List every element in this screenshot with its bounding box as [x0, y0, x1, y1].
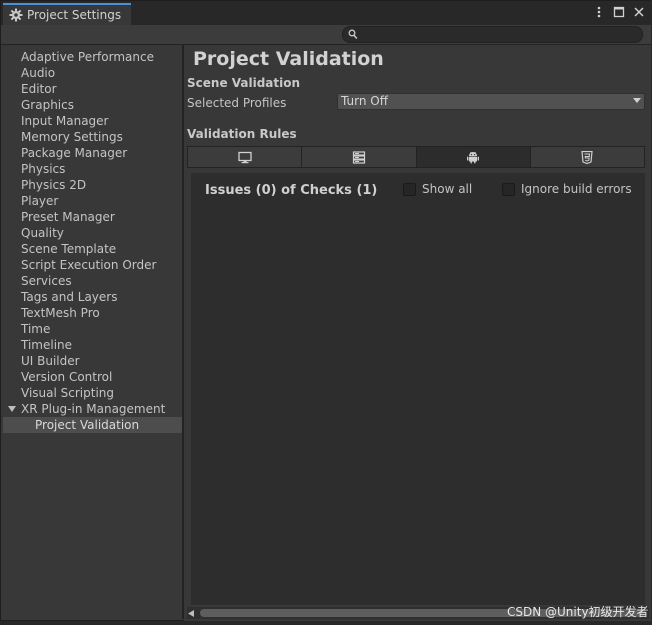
sidebar-item-label: Package Manager: [21, 146, 128, 160]
sidebar-item-memory-settings[interactable]: Memory Settings: [3, 129, 182, 145]
sidebar-item-label: Quality: [21, 226, 64, 240]
selected-profiles-value: Turn Off: [341, 94, 388, 108]
platform-tabs: [187, 146, 645, 168]
sidebar-item-xr-plugin-management[interactable]: XR Plug-in Management: [3, 401, 182, 417]
issues-summary: Issues (0) of Checks (1): [205, 183, 378, 198]
sidebar-item-label: Graphics: [21, 98, 74, 112]
sidebar-item-label: Player: [21, 194, 59, 208]
scroll-left-icon[interactable]: [188, 610, 194, 617]
sidebar-item-physics[interactable]: Physics: [3, 161, 182, 177]
show-all-toggle[interactable]: Show all: [403, 182, 472, 196]
page-title: Project Validation: [193, 48, 384, 70]
sidebar-item-package-manager[interactable]: Package Manager: [3, 145, 182, 161]
sidebar-item-textmesh-pro[interactable]: TextMesh Pro: [3, 305, 182, 321]
sidebar-item-label: Services: [21, 274, 72, 288]
sidebar-item-timeline[interactable]: Timeline: [3, 337, 182, 353]
sidebar-item-audio[interactable]: Audio: [3, 65, 182, 81]
show-all-label: Show all: [422, 182, 473, 196]
issues-panel: Issues (0) of Checks (1) Show all Ignore…: [191, 173, 645, 605]
sidebar-item-label: Version Control: [21, 370, 113, 384]
sidebar-item-label: UI Builder: [21, 354, 80, 368]
sidebar-item-label: Script Execution Order: [21, 258, 157, 272]
sidebar-item-label: XR Plug-in Management: [21, 402, 166, 416]
sidebar-item-label: Tags and Layers: [21, 290, 118, 304]
selected-profiles-dropdown[interactable]: Turn Off: [337, 93, 645, 110]
tab-dedicated-server[interactable]: [302, 147, 417, 167]
sidebar-item-label: Adaptive Performance: [21, 50, 154, 64]
maximize-icon[interactable]: [613, 5, 625, 19]
ignore-build-errors-label: Ignore build errors: [521, 182, 632, 196]
sidebar-item-label: Scene Template: [21, 242, 117, 256]
search-input[interactable]: [342, 26, 643, 43]
sidebar-item-label: Audio: [21, 66, 56, 80]
sidebar-item-time[interactable]: Time: [3, 321, 182, 337]
chevron-down-icon: [633, 98, 641, 104]
ignore-build-errors-checkbox[interactable]: [502, 182, 515, 196]
sidebar-item-visual-scripting[interactable]: Visual Scripting: [3, 385, 182, 401]
validation-rules-label: Validation Rules: [187, 127, 297, 141]
sidebar-item-label: Physics 2D: [21, 178, 87, 192]
sidebar-item-ui-builder[interactable]: UI Builder: [3, 353, 182, 369]
sidebar-item-label: Visual Scripting: [21, 386, 114, 400]
sidebar-item-label: Time: [21, 322, 51, 336]
settings-content: Project Validation Scene Validation Sele…: [184, 45, 651, 621]
sidebar-item-label: Preset Manager: [21, 210, 115, 224]
sidebar-item-preset-manager[interactable]: Preset Manager: [3, 209, 182, 225]
sidebar-item-tags-and-layers[interactable]: Tags and Layers: [3, 289, 182, 305]
sidebar-item-physics-2d[interactable]: Physics 2D: [3, 177, 182, 193]
sidebar-item-version-control[interactable]: Version Control: [3, 369, 182, 385]
more-options-icon[interactable]: [593, 5, 605, 19]
project-settings-tab[interactable]: Project Settings: [3, 3, 131, 25]
sidebar-item-script-execution-order[interactable]: Script Execution Order: [3, 257, 182, 273]
sidebar-item-label: Timeline: [21, 338, 73, 352]
sidebar-item-label: Memory Settings: [21, 130, 123, 144]
sidebar-item-label: Input Manager: [21, 114, 109, 128]
sidebar-item-project-validation[interactable]: Project Validation: [3, 417, 182, 433]
sidebar-item-label: Project Validation: [35, 418, 140, 432]
toolbar: [1, 25, 651, 45]
server-icon: [352, 150, 366, 164]
close-icon[interactable]: [633, 5, 645, 19]
sidebar-item-quality[interactable]: Quality: [3, 225, 182, 241]
tab-android[interactable]: [416, 147, 531, 167]
selected-profiles-label: Selected Profiles: [187, 96, 287, 110]
html5-icon: [580, 150, 594, 164]
sidebar-item-editor[interactable]: Editor: [3, 81, 182, 97]
watermark: CSDN @Unity初级开发者: [507, 605, 649, 619]
tab-desktop[interactable]: [188, 147, 303, 167]
sidebar-item-adaptive-performance[interactable]: Adaptive Performance: [3, 49, 182, 65]
sidebar-item-label: Physics: [21, 162, 66, 176]
sidebar-item-scene-template[interactable]: Scene Template: [3, 241, 182, 257]
desktop-icon: [237, 151, 252, 164]
tab-webgl[interactable]: [530, 147, 644, 167]
show-all-checkbox[interactable]: [403, 182, 416, 196]
tab-title: Project Settings: [27, 8, 122, 22]
search-icon: [348, 29, 358, 40]
sidebar-item-label: Editor: [21, 82, 57, 96]
gear-icon: [9, 8, 23, 22]
sidebar-item-services[interactable]: Services: [3, 273, 182, 289]
ignore-build-errors-toggle[interactable]: Ignore build errors: [502, 182, 632, 196]
foldout-expanded-icon[interactable]: [8, 405, 16, 413]
sidebar-item-label: TextMesh Pro: [21, 306, 100, 320]
sidebar-item-player[interactable]: Player: [3, 193, 182, 209]
settings-sidebar: Adaptive Performance Audio Editor Graphi…: [3, 45, 182, 619]
project-settings-window: Project Settings Adaptive Performance Au…: [0, 0, 651, 621]
scene-validation-label: Scene Validation: [187, 76, 301, 90]
android-icon: [466, 151, 480, 164]
sidebar-item-graphics[interactable]: Graphics: [3, 97, 182, 113]
title-bar: Project Settings: [1, 1, 651, 25]
sidebar-item-input-manager[interactable]: Input Manager: [3, 113, 182, 129]
